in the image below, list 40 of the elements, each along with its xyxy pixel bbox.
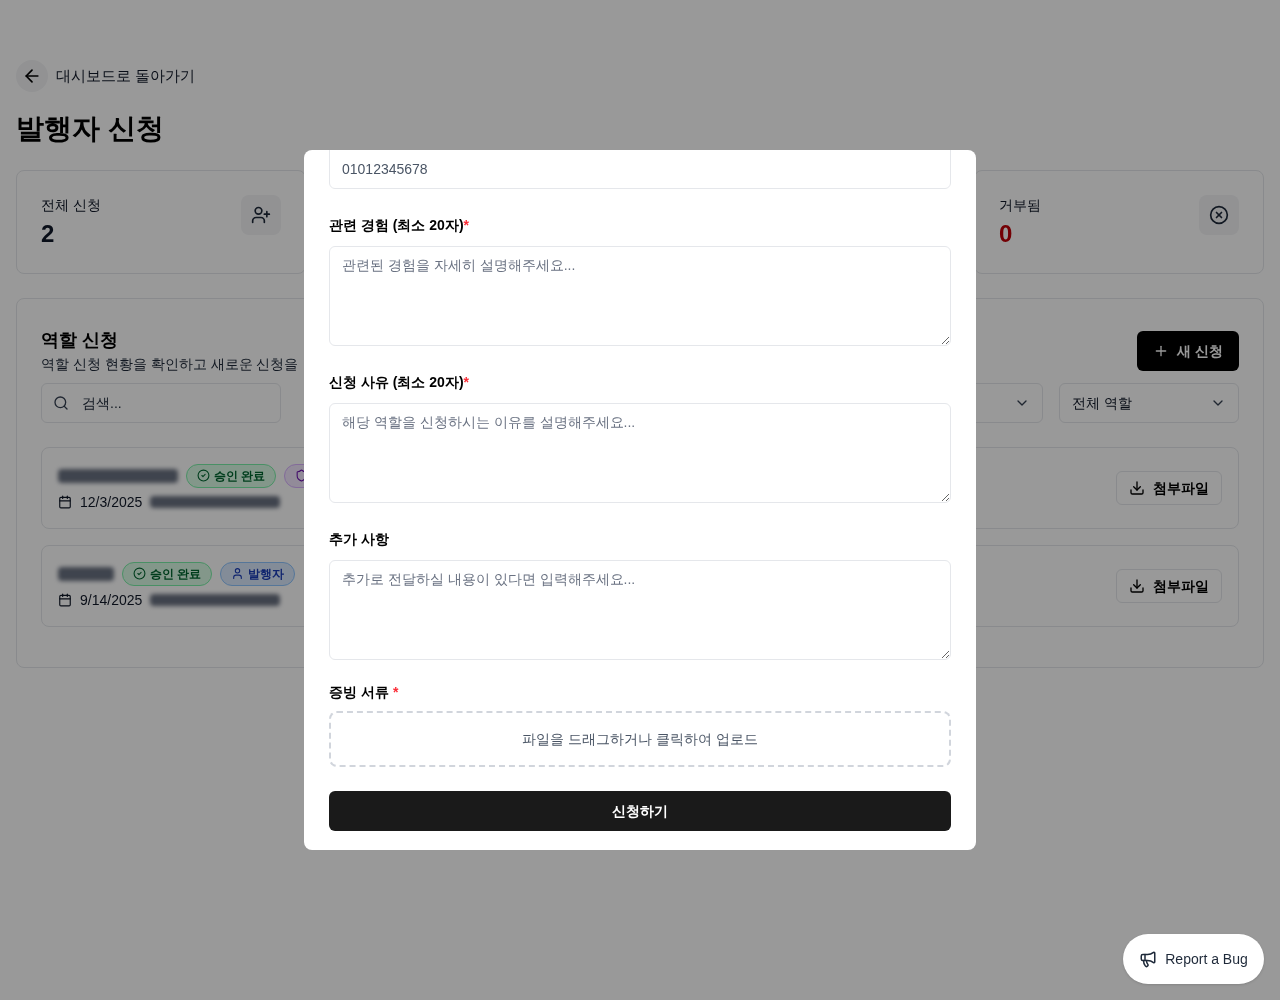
submit-button[interactable]: 신청하기 [329, 791, 951, 831]
request-date: 9/14/2025 [80, 590, 143, 610]
text-area[interactable]: 해당 역할을 신청하시는 이유를 설명해주세요... [329, 403, 951, 503]
phone-field[interactable]: 01012345678 [329, 150, 951, 189]
user-icon [231, 567, 245, 580]
page-title: 발행자 신청 [16, 112, 164, 146]
badge: 승인 완료 [122, 561, 213, 586]
panel-title: 역할 신청 [41, 329, 118, 352]
download-icon [1129, 480, 1145, 496]
search-field[interactable]: 검색... [41, 383, 281, 423]
check-circle-icon [133, 567, 146, 580]
badge: 발행자 [220, 561, 296, 586]
megaphone-icon [1139, 950, 1158, 968]
search-icon [53, 395, 69, 411]
attachment-button[interactable]: 첨부파일 [1116, 471, 1222, 505]
text-area[interactable]: 추가로 전달하실 내용이 있다면 입력해주세요... [329, 560, 951, 660]
report-bug-button[interactable]: Report a Bug [1123, 934, 1264, 984]
download-icon [1129, 578, 1145, 594]
new-request-button[interactable]: 새 신청 [1137, 331, 1239, 371]
attachment-button[interactable]: 첨부파일 [1116, 569, 1222, 603]
stat-label: 거부됨 [999, 196, 1041, 215]
field-label: 추가 사항 [329, 530, 389, 549]
stat-label: 전체 신청 [41, 196, 101, 215]
badge: 승인 완료 [186, 463, 277, 488]
blurred-text [58, 566, 114, 581]
text-area[interactable]: 관련된 경험을 자세히 설명해주세요... [329, 246, 951, 346]
field-label: 신청 사유 (최소 20자)* [329, 373, 470, 392]
field-label: 증빙 서류 * [329, 683, 399, 702]
check-circle-icon [197, 469, 210, 482]
request-date: 12/3/2025 [80, 492, 143, 512]
filter-select[interactable]: 전체 역할 [1059, 383, 1239, 423]
panel-subtitle: 역할 신청 현황을 확인하고 새로운 신청을 [41, 355, 299, 374]
stat-value: 2 [41, 219, 56, 249]
back-link[interactable]: 대시보드로 돌아가기 [16, 60, 196, 92]
calendar-icon [58, 593, 72, 607]
field-label: 관련 경험 (최소 20자)* [329, 216, 470, 235]
stat-value: 0 [999, 219, 1014, 249]
upload-dropzone[interactable]: 파일을 드래그하거나 클릭하여 업로드 [329, 711, 951, 767]
calendar-icon [58, 495, 72, 509]
user-plus-icon [241, 195, 281, 235]
